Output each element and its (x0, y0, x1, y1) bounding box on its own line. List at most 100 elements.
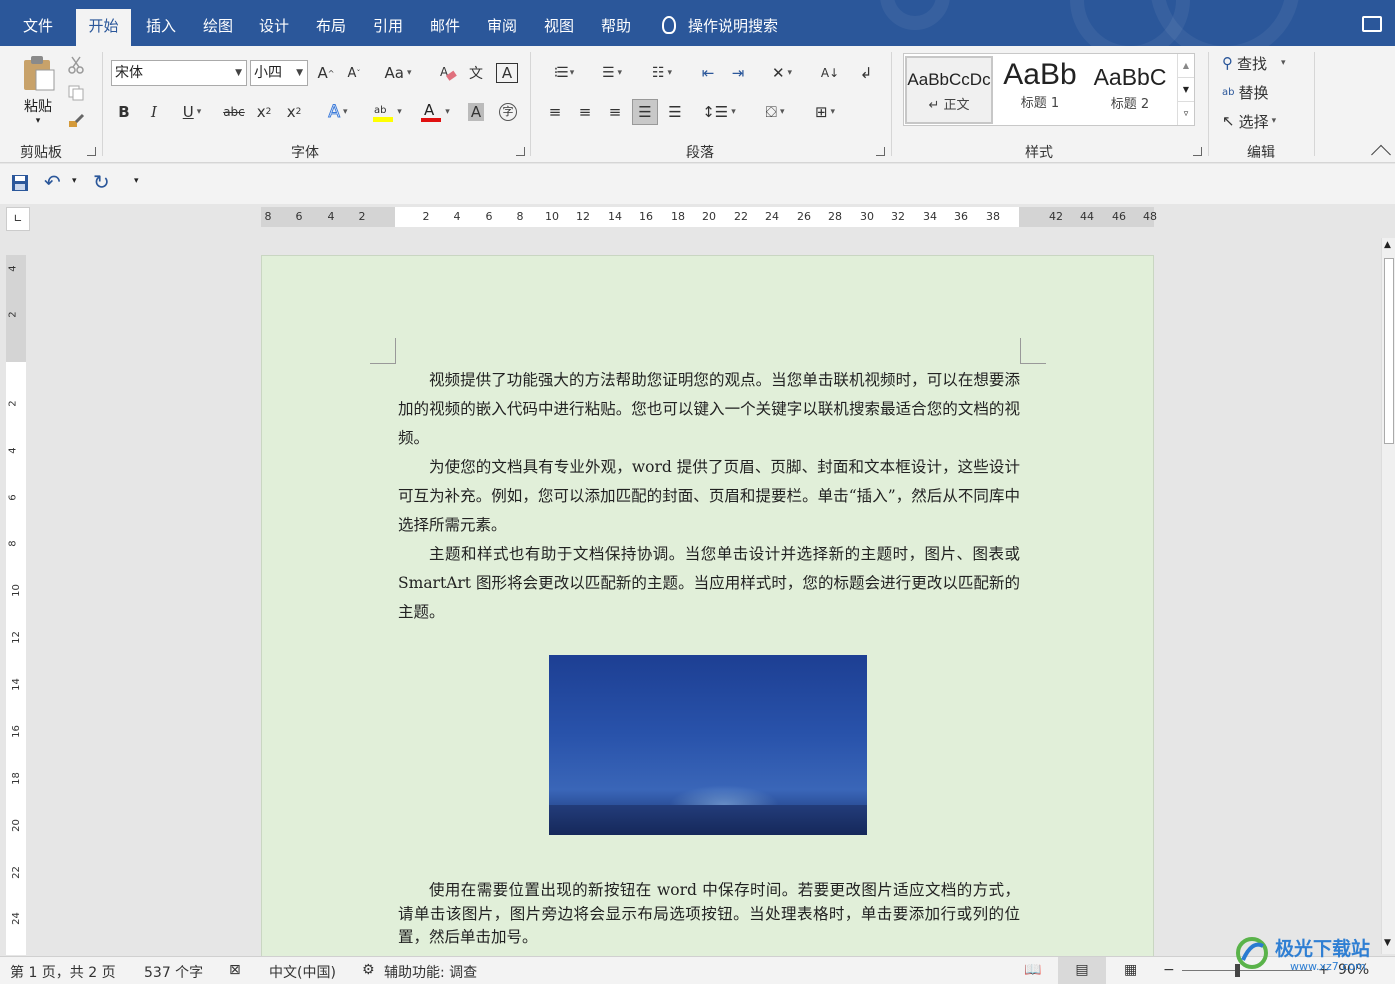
font-color-button[interactable]: A ▾ (414, 99, 456, 125)
format-painter-button[interactable] (64, 108, 88, 134)
superscript-button[interactable]: x2 (282, 99, 306, 125)
print-layout-icon[interactable]: ▤ (1058, 957, 1106, 984)
separator (102, 52, 103, 156)
subscript-button[interactable]: x2 (252, 99, 276, 125)
multilevel-list-button[interactable]: ☷ ▾ (640, 60, 684, 86)
styles-scroll-up[interactable]: ▲ (1177, 54, 1194, 77)
tab-help[interactable]: 帮助 (591, 9, 641, 46)
select-button[interactable]: ↖ 选择 ▾ (1222, 108, 1292, 134)
comments-icon[interactable] (1362, 16, 1382, 32)
body-paragraph[interactable]: 主题和样式也有助于文档保持协调。当您单击设计并选择新的主题时，图片、图表或 Sm… (398, 540, 1020, 627)
tab-draw[interactable]: 绘图 (193, 9, 243, 46)
customize-qat-icon[interactable]: ▾ (134, 176, 139, 186)
style-normal[interactable]: AaBbCcDc ↵ 正文 (905, 56, 993, 124)
tab-home[interactable]: 开始 (76, 9, 131, 46)
accessibility-status[interactable]: 辅助功能: 调查 (384, 962, 477, 982)
tab-layout[interactable]: 布局 (306, 9, 356, 46)
align-right-icon: ≡ (608, 103, 622, 121)
bold-button[interactable]: B (112, 99, 136, 125)
numbering-button[interactable]: ☰ ▾ (590, 60, 634, 86)
cut-button[interactable] (64, 52, 88, 78)
shrink-font-button[interactable]: Aˇ (342, 60, 366, 86)
italic-button[interactable]: I (142, 99, 166, 125)
clipboard-icon (24, 56, 55, 91)
find-button[interactable]: ⚲ 查找 ▾ (1222, 50, 1302, 76)
increase-indent-button[interactable]: ⇥ (726, 60, 750, 86)
strikethrough-button[interactable]: abc (222, 99, 246, 125)
vertical-scrollbar[interactable]: ▲ ▼ (1381, 238, 1395, 954)
copy-button[interactable] (64, 80, 88, 106)
chevron-down-icon[interactable]: ▾ (72, 176, 77, 186)
zoom-out-button[interactable]: − (1163, 962, 1175, 978)
replace-button[interactable]: ab 替换 (1222, 79, 1282, 105)
clear-formatting-button[interactable]: A (436, 60, 460, 86)
ruler-tick: 8 (7, 540, 19, 547)
body-paragraph[interactable]: 使用在需要位置出现的新按钮在 word 中保存时间。若要更改图片适应文档的方式，… (398, 879, 1020, 950)
character-shading-button[interactable]: A (464, 99, 488, 125)
chinese-layout-button[interactable]: ✕ ▾ (762, 60, 802, 86)
svg-text:ab: ab (374, 105, 386, 116)
night-sky-photo[interactable] (549, 655, 867, 835)
ruler-tick: 34 (923, 210, 937, 223)
body-paragraph[interactable]: 视频提供了功能强大的方法帮助您证明您的观点。当您单击联机视频时，可以在想要添加的… (398, 366, 1020, 453)
ruler-tick: 14 (10, 678, 22, 691)
read-mode-icon[interactable]: 📖 (1024, 962, 1041, 978)
tab-view[interactable]: 视图 (534, 9, 584, 46)
scroll-thumb[interactable] (1384, 258, 1394, 444)
change-case-button[interactable]: Aa ▾ (376, 60, 420, 86)
phonetic-guide-button[interactable]: 文 (464, 60, 488, 86)
sort-button[interactable]: A↓ (818, 60, 842, 86)
save-icon[interactable] (11, 174, 29, 192)
font-dialog-launcher[interactable] (516, 147, 525, 156)
styles-group-label: 样式 (1025, 145, 1053, 161)
distributed-button[interactable]: ☰ (662, 99, 688, 125)
document-page[interactable]: 视频提供了功能强大的方法帮助您证明您的观点。当您单击联机视频时，可以在想要添加的… (261, 255, 1154, 960)
paragraph-dialog-launcher[interactable] (876, 147, 885, 156)
bullets-button[interactable]: ⁝☰ ▾ (542, 60, 586, 86)
borders-button[interactable]: ⊞ ▾ (804, 99, 846, 125)
clipboard-dialog-launcher[interactable] (87, 147, 96, 156)
styles-more-button[interactable]: ▿ (1177, 101, 1194, 125)
font-name-combo[interactable]: 宋体 ▼ (111, 60, 247, 86)
align-left-button[interactable]: ≡ (542, 99, 568, 125)
font-size-combo[interactable]: 小四 ▼ (250, 60, 308, 86)
show-marks-button[interactable]: ↲ (854, 60, 878, 86)
tab-mailings[interactable]: 邮件 (420, 9, 470, 46)
highlight-color-button[interactable]: ab ▾ (366, 99, 408, 125)
tab-design[interactable]: 设计 (249, 9, 299, 46)
underline-button[interactable]: U ▾ (172, 99, 212, 125)
character-border-button[interactable]: A (496, 63, 518, 83)
enclose-characters-button[interactable]: 字 (496, 99, 520, 125)
scroll-up-icon[interactable]: ▲ (1384, 240, 1391, 250)
align-center-button[interactable]: ≡ (572, 99, 598, 125)
tab-insert[interactable]: 插入 (135, 9, 187, 46)
grow-font-button[interactable]: A ^ (314, 60, 338, 86)
word-count[interactable]: 537 个字 (144, 962, 203, 982)
styles-dialog-launcher[interactable] (1193, 147, 1202, 156)
collapse-ribbon-icon[interactable] (1371, 144, 1391, 165)
web-layout-icon[interactable]: ▦ (1124, 962, 1137, 978)
justify-button[interactable]: ☰ (632, 99, 658, 125)
style-preview: AaBbCcDc (907, 70, 991, 89)
tab-references[interactable]: 引用 (363, 9, 413, 46)
paste-button[interactable]: 粘贴 ▾ (14, 54, 62, 134)
body-paragraph[interactable]: 为使您的文档具有专业外观，word 提供了页眉、页脚、封面和文本框设计，这些设计… (398, 453, 1020, 540)
style-heading-2[interactable]: AaBbC 标题 2 (1086, 56, 1174, 124)
decrease-indent-button[interactable]: ⇤ (696, 60, 720, 86)
style-heading-1[interactable]: AaBb 标题 1 (996, 56, 1084, 124)
line-spacing-button[interactable]: ↕☰ ▾ (698, 99, 740, 125)
proofing-icon[interactable]: ⊠ (229, 962, 241, 978)
tab-stop-selector[interactable]: ∟ (6, 207, 30, 231)
tab-file[interactable]: 文件 (14, 9, 62, 46)
styles-scroll-down[interactable]: ▼ (1177, 77, 1194, 101)
page-count[interactable]: 第 1 页，共 2 页 (10, 962, 116, 982)
ruler-tick: 30 (860, 210, 874, 223)
align-right-button[interactable]: ≡ (602, 99, 628, 125)
redo-icon[interactable]: ↻ (93, 170, 110, 194)
tell-me-search[interactable]: 操作说明搜索 (662, 9, 778, 43)
tab-review[interactable]: 审阅 (477, 9, 527, 46)
language-indicator[interactable]: 中文(中国) (269, 962, 336, 982)
text-effects-button[interactable]: A ▾ (318, 99, 358, 125)
shading-button[interactable]: ⛋ ▾ (754, 99, 796, 125)
undo-icon[interactable]: ↶ (44, 170, 61, 194)
